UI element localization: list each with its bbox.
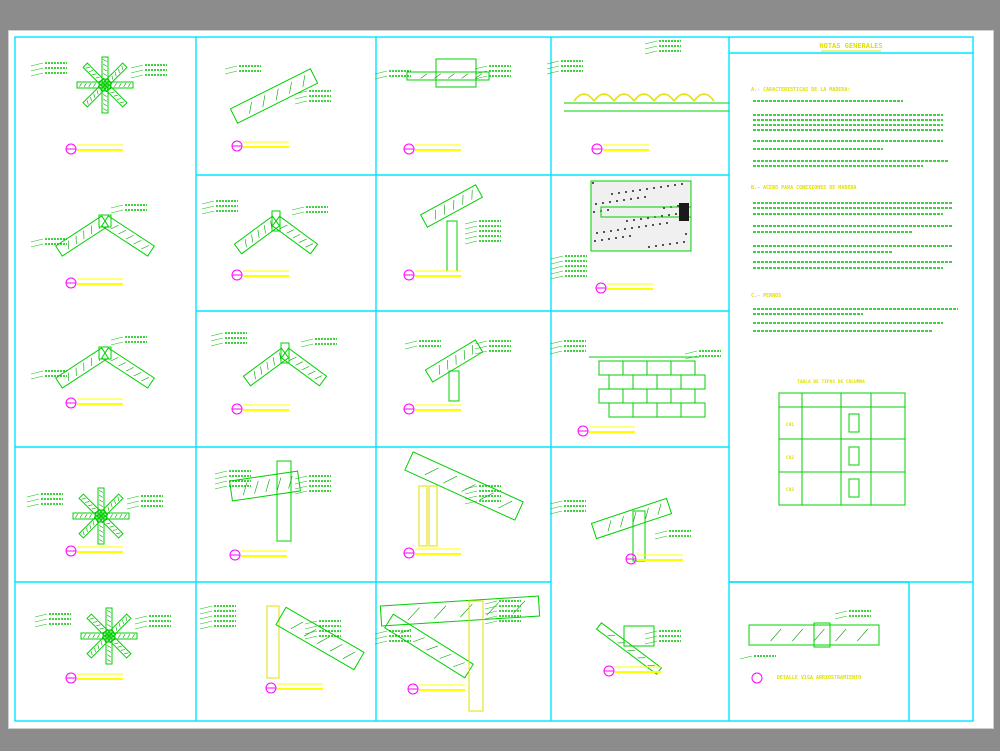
drawing-sheet: NOTAS GENERALES A.- CARACTERISTICAS DE L… [8,30,994,729]
notes-section-3: C.- PERNOS [751,293,781,299]
table-row-2: C02 [786,455,794,461]
notes-table: C01 C02 C03 [778,392,906,506]
bottom-detail-title: DETALLE VIGA ARRIOSTRAMIENTO [777,675,861,681]
notes-panel: NOTAS GENERALES A.- CARACTERISTICAS DE L… [751,42,958,681]
cad-drawing: NOTAS GENERALES A.- CARACTERISTICAS DE L… [14,36,974,722]
detail-sketches [26,40,880,712]
notes-title: NOTAS GENERALES [819,42,882,50]
notes-table-title: TABLA DE TIPOS DE COLUMNA [797,379,865,385]
notes-section-2: B.- ACERO PARA CONEXIONES DE MADERA [751,185,856,191]
table-row-1: C01 [786,422,794,428]
notes-section-1: A.- CARACTERISTICAS DE LA MADERA: [751,87,850,93]
table-row-3: C03 [786,487,794,493]
